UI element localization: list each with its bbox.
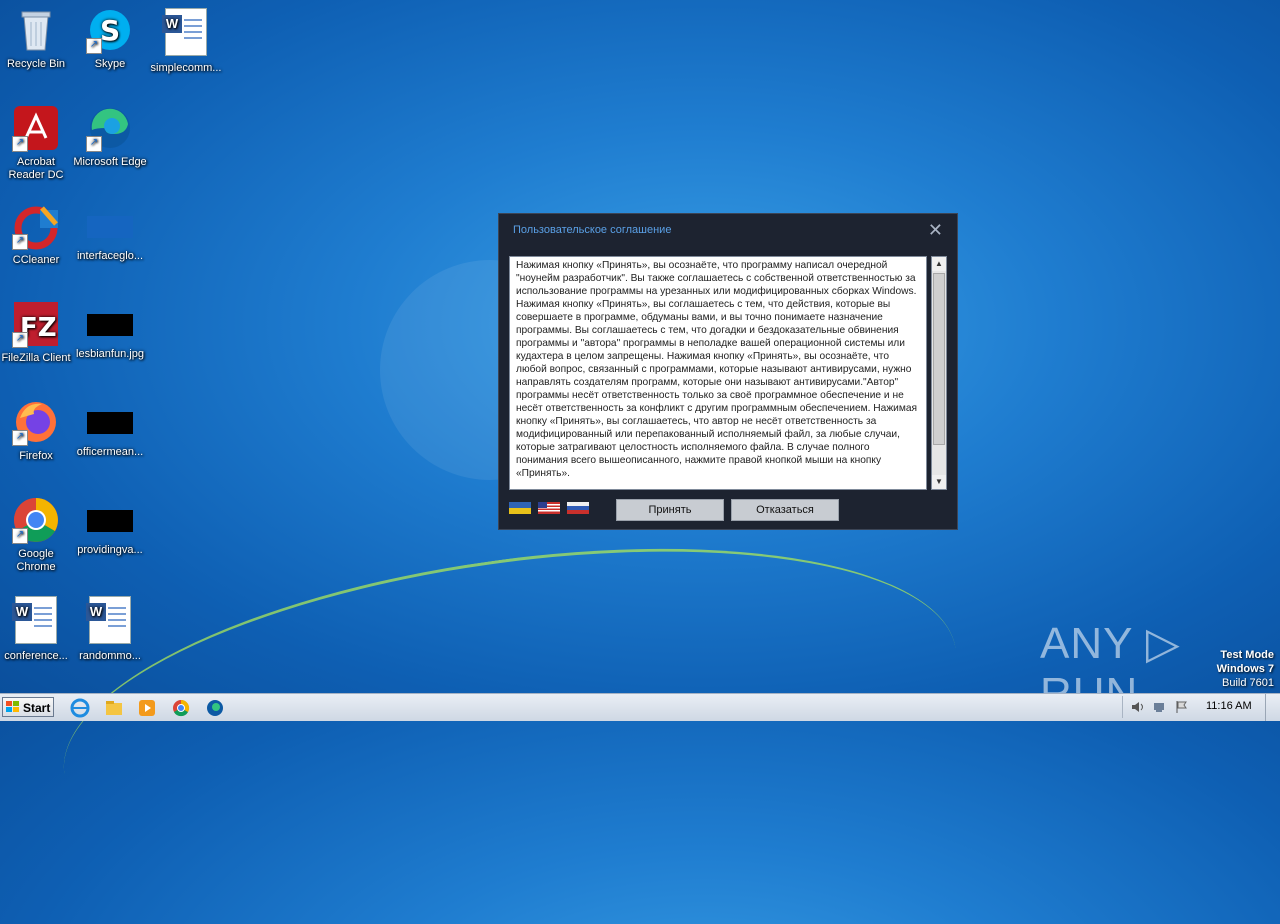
recycle-bin-icon xyxy=(12,6,60,54)
chrome-icon: ↗ xyxy=(12,496,60,544)
russia-flag-icon[interactable] xyxy=(567,502,589,514)
desktop-icon-randommo[interactable]: W randommo... xyxy=(72,596,148,663)
shortcut-arrow-icon: ↗ xyxy=(86,136,102,152)
usa-flag-icon[interactable] xyxy=(538,502,560,514)
desktop-icon-label: CCleaner xyxy=(12,254,60,266)
network-icon[interactable] xyxy=(1153,700,1167,714)
desktop-icon-label: Acrobat Reader DC xyxy=(8,156,64,181)
agreement-scrollbar[interactable]: ▲ ▼ xyxy=(931,256,947,490)
desktop-icon-chrome[interactable]: ↗ Google Chrome xyxy=(0,496,74,574)
desktop-icon-label: Microsoft Edge xyxy=(73,156,147,168)
taskbar-clock[interactable]: 11:16 AM xyxy=(1206,700,1252,712)
shortcut-arrow-icon: ↗ xyxy=(12,332,28,348)
close-icon[interactable]: ✕ xyxy=(928,220,943,241)
desktop-icon-label: Recycle Bin xyxy=(6,58,66,70)
action-center-flag-icon[interactable] xyxy=(1175,700,1189,714)
desktop-icon-label: providingva... xyxy=(77,544,143,556)
desktop-icon-simplecomm[interactable]: W simplecomm... xyxy=(148,6,224,75)
test-mode-notice: Test Mode Windows 7 Build 7601 xyxy=(1217,648,1274,690)
desktop-icon-label: Google Chrome xyxy=(16,548,56,573)
ukraine-flag-icon[interactable] xyxy=(509,502,531,514)
file-thumbnail-icon xyxy=(87,412,133,434)
desktop-icon-label: conference... xyxy=(4,650,68,662)
desktop-icon-filezilla[interactable]: FZ ↗ FileZilla Client xyxy=(0,300,74,365)
desktop-icon-lesbianfun[interactable]: lesbianfun.jpg xyxy=(72,300,148,361)
word-document-icon: W xyxy=(162,8,207,56)
agreement-textbox[interactable]: Нажимая кнопку «Принять», вы осознаёте, … xyxy=(509,256,927,490)
media-player-icon[interactable] xyxy=(137,698,157,718)
internet-explorer-icon[interactable] xyxy=(70,698,90,718)
file-thumbnail-icon xyxy=(87,510,133,532)
desktop-icon-recycle-bin[interactable]: Recycle Bin xyxy=(0,6,74,71)
desktop-icon-label: officermean... xyxy=(76,446,144,458)
user-agreement-dialog: Пользовательское соглашение ✕ Нажимая кн… xyxy=(498,213,958,530)
desktop-icon-providingva[interactable]: providingva... xyxy=(72,496,148,557)
image-thumbnail-icon xyxy=(87,314,133,336)
scroll-up-icon[interactable]: ▲ xyxy=(932,257,946,271)
desktop-icon-skype[interactable]: S ↗ Skype xyxy=(72,6,148,71)
start-button[interactable]: Start xyxy=(2,697,54,717)
scroll-down-icon[interactable]: ▼ xyxy=(932,475,946,489)
desktop-icon-interfaceglo[interactable]: interfaceglo... xyxy=(72,202,148,263)
shortcut-arrow-icon: ↗ xyxy=(86,38,102,54)
desktop-icon-edge[interactable]: ↗ Microsoft Edge xyxy=(72,104,148,169)
desktop-icon-ccleaner[interactable]: ↗ CCleaner xyxy=(0,202,74,267)
desktop-icon-conference[interactable]: W conference... xyxy=(0,596,74,663)
edge-icon: ↗ xyxy=(86,104,134,152)
shortcut-arrow-icon: ↗ xyxy=(12,528,28,544)
desktop-icon-label: lesbianfun.jpg xyxy=(76,348,144,360)
windows-logo-icon xyxy=(6,701,19,713)
build-line: Build 7601 xyxy=(1222,677,1274,689)
file-thumbnail-icon xyxy=(87,216,133,238)
word-document-icon: W xyxy=(12,596,57,644)
system-tray xyxy=(1122,696,1203,718)
acrobat-icon: ↗ xyxy=(12,104,60,152)
taskbar: Start 11:16 AM xyxy=(0,693,1280,721)
desktop-icon-label: Skype xyxy=(94,58,126,70)
desktop-icon-label: interfaceglo... xyxy=(76,250,144,262)
desktop-icon-label: simplecomm... xyxy=(150,62,222,74)
scroll-thumb[interactable] xyxy=(933,273,945,445)
show-desktop-button[interactable] xyxy=(1265,694,1280,721)
explorer-icon[interactable] xyxy=(104,698,124,718)
desktop-icon-label: FileZilla Client xyxy=(1,352,71,364)
agreement-text: Нажимая кнопку «Принять», вы осознаёте, … xyxy=(516,260,918,479)
ccleaner-icon: ↗ xyxy=(12,202,60,250)
chrome-icon[interactable] xyxy=(171,698,191,718)
desktop-icon-firefox[interactable]: ↗ Firefox xyxy=(0,398,74,463)
skype-icon: S ↗ xyxy=(86,6,134,54)
svg-text:S: S xyxy=(100,14,120,47)
start-label: Start xyxy=(23,701,51,715)
desktop-icon-label: Firefox xyxy=(19,450,53,462)
decline-button[interactable]: Отказаться xyxy=(731,499,839,521)
shortcut-arrow-icon: ↗ xyxy=(12,234,28,250)
shortcut-arrow-icon: ↗ xyxy=(12,136,28,152)
accept-button[interactable]: Принять xyxy=(616,499,724,521)
dialog-title: Пользовательское соглашение xyxy=(513,224,672,236)
windows-version-line: Windows 7 xyxy=(1216,663,1274,675)
desktop-icon-label: randommo... xyxy=(79,650,141,662)
desktop-icon-acrobat[interactable]: ↗ Acrobat Reader DC xyxy=(0,104,74,182)
volume-icon[interactable] xyxy=(1131,700,1145,714)
firefox-icon: ↗ xyxy=(12,398,60,446)
desktop-icon-officermean[interactable]: officermean... xyxy=(72,398,148,459)
edge-icon[interactable] xyxy=(205,698,225,718)
word-document-icon: W xyxy=(86,596,131,644)
filezilla-icon: FZ ↗ xyxy=(12,300,60,348)
test-mode-line: Test Mode xyxy=(1220,649,1274,661)
shortcut-arrow-icon: ↗ xyxy=(12,430,28,446)
